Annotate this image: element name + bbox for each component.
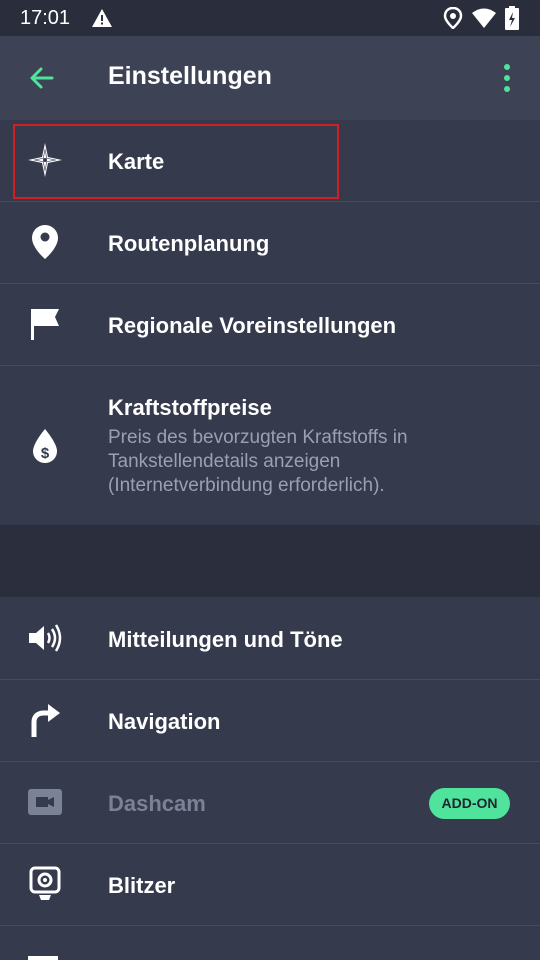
settings-item-label: Blitzer — [108, 873, 176, 898]
settings-item-mitteilungen[interactable]: Mitteilungen und Töne — [0, 597, 540, 680]
settings-item-karte[interactable]: Karte — [0, 120, 540, 202]
add-on-badge: ADD-ON — [429, 788, 510, 819]
status-time: 17:01 — [20, 7, 71, 29]
svg-text:$: $ — [41, 445, 50, 462]
location-icon — [443, 6, 463, 34]
more-options-icon[interactable] — [498, 62, 516, 94]
settings-item-description: Preis des bevorzugten Kraftstoffs in Tan… — [108, 427, 408, 496]
settings-item-navigation[interactable]: Navigation — [0, 680, 540, 762]
fuel-price-icon: $ — [26, 427, 64, 465]
settings-item-blitzer[interactable]: Blitzer — [0, 844, 540, 926]
battery-icon — [505, 6, 519, 35]
settings-item-label: Routenplanung — [108, 231, 270, 256]
settings-item-regionale-voreinstellungen[interactable]: Regionale Voreinstellungen — [0, 284, 540, 366]
video-camera-icon — [26, 783, 64, 821]
partial-icon — [28, 956, 58, 960]
settings-item-label: Dashcam — [108, 791, 206, 816]
settings-item-label: Karte — [108, 149, 165, 174]
settings-item-label: Mitteilungen und Töne — [108, 627, 343, 652]
back-arrow-icon[interactable] — [28, 64, 56, 92]
speaker-icon — [26, 619, 64, 657]
wifi-icon — [472, 8, 496, 33]
compass-star-icon — [26, 141, 64, 179]
page-title: Einstellungen — [108, 62, 272, 90]
status-bar: 17:01 — [0, 0, 540, 36]
section-divider — [0, 525, 540, 597]
settings-item-routenplanung[interactable]: Routenplanung — [0, 202, 540, 284]
map-pin-icon — [26, 223, 64, 261]
speed-camera-icon — [26, 865, 64, 903]
app-bar: Einstellungen — [0, 36, 540, 120]
settings-item-label: Kraftstoffpreise — [108, 395, 272, 420]
settings-item-label: Regionale Voreinstellungen — [108, 313, 397, 338]
settings-item-partial[interactable] — [0, 926, 540, 960]
settings-item-kraftstoffpreise[interactable]: $ Kraftstoffpreise Preis des bevorzugten… — [0, 366, 540, 525]
settings-item-dashcam[interactable]: Dashcam ADD-ON — [0, 762, 540, 844]
turn-right-arrow-icon — [26, 701, 64, 739]
settings-item-label: Navigation — [108, 709, 221, 734]
flag-icon — [26, 305, 64, 343]
warning-icon — [92, 9, 112, 32]
